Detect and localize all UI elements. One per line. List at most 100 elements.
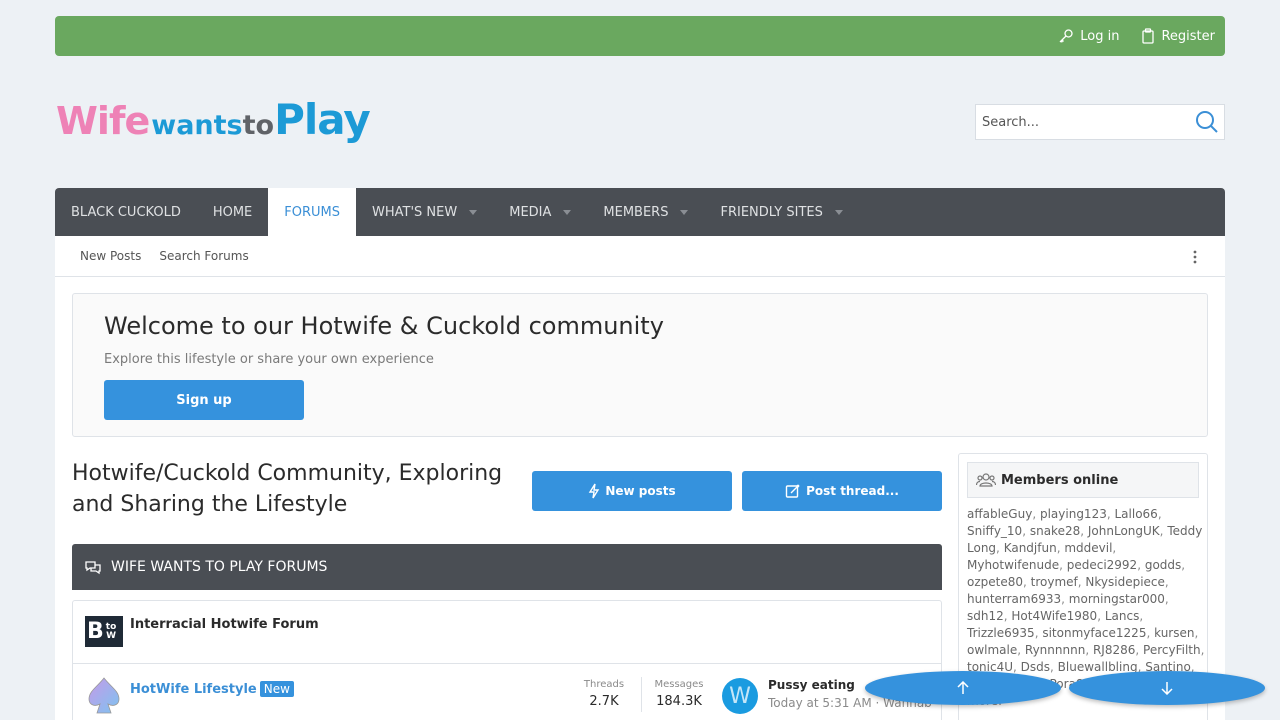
nav-label: Home — [212, 204, 253, 220]
nav-label: Friendly Sites — [720, 204, 823, 220]
member-link[interactable]: JohnLongUK — [1088, 524, 1160, 538]
threads-count: 2.7K — [589, 694, 619, 709]
member-link[interactable]: pedeci2992 — [1067, 558, 1137, 572]
member-link[interactable]: Sniffy_10 — [967, 524, 1022, 538]
members-online-title: Members online — [1001, 472, 1119, 488]
users-icon — [976, 473, 996, 487]
new-badge: New — [259, 681, 294, 697]
sub-nav: New Posts Search Forums — [55, 236, 1225, 277]
subnav-new-posts[interactable]: New Posts — [80, 249, 141, 263]
member-link[interactable]: sdh12 — [967, 609, 1004, 623]
spade-icon — [88, 677, 120, 714]
member-link[interactable]: PercyFilth — [1143, 643, 1201, 657]
member-link[interactable]: troymef — [1031, 575, 1078, 589]
forum-title[interactable]: Interracial Hotwife Forum — [130, 617, 319, 632]
top-bar: Log in Register — [55, 16, 1225, 56]
member-link[interactable]: hunterram6933 — [967, 592, 1061, 606]
member-link[interactable]: RJ8286 — [1093, 643, 1135, 657]
member-link[interactable]: godds — [1145, 558, 1181, 572]
member-link[interactable]: Lallo66 — [1114, 507, 1157, 521]
page-title: Hotwife/Cuckold Community, Exploring and… — [72, 461, 503, 517]
member-link[interactable]: Nkysidepiece — [1085, 575, 1165, 589]
post-thread-button[interactable]: Post thread... — [742, 471, 942, 511]
welcome-notice: Welcome to our Hotwife & Cuckold communi… — [72, 293, 1208, 437]
nav-home[interactable]: Home — [197, 188, 268, 236]
more-options-icon[interactable] — [1193, 250, 1197, 268]
post-thread-label: Post thread... — [806, 484, 899, 498]
member-link[interactable]: Trizzle6935 — [967, 626, 1035, 640]
member-link[interactable]: playing123 — [1040, 507, 1107, 521]
caret-down-icon[interactable] — [834, 209, 843, 215]
member-link[interactable]: Hot4Wife1980 — [1011, 609, 1097, 623]
messages-stat: Messages 184.3K — [651, 679, 707, 709]
member-link[interactable]: Kandjfun — [1004, 541, 1057, 555]
subnav-search-forums[interactable]: Search Forums — [159, 249, 248, 263]
key-icon — [1059, 29, 1073, 43]
forum-section-header[interactable]: WIFE WANTS TO PLAY FORUMS — [72, 544, 942, 590]
comments-icon — [85, 561, 101, 575]
forum-list: B to W Interracial Hotwife Forum HotWife … — [72, 600, 942, 720]
bw-forum-icon: B to W — [85, 616, 123, 647]
latest-thread-title[interactable]: Pussy eating — [768, 678, 855, 692]
threads-label: Threads — [583, 679, 625, 690]
caret-down-icon[interactable] — [680, 209, 689, 215]
forum-section-title: WIFE WANTS TO PLAY FORUMS — [111, 559, 328, 575]
new-posts-button[interactable]: New posts — [532, 471, 732, 511]
member-link[interactable]: affableGuy — [967, 507, 1032, 521]
nav-members[interactable]: Members — [587, 188, 704, 236]
register-link[interactable]: Register — [1141, 28, 1215, 44]
member-link[interactable]: sitonmyface1225 — [1042, 626, 1146, 640]
register-label: Register — [1161, 28, 1215, 44]
members-online-header[interactable]: Members online — [967, 462, 1199, 498]
nav-whats-new[interactable]: What's new — [356, 188, 493, 236]
login-label: Log in — [1080, 28, 1120, 44]
arrow-up-icon — [957, 681, 969, 694]
nav-label: Media — [509, 204, 552, 220]
forum-title[interactable]: HotWife Lifestyle New — [130, 681, 294, 697]
welcome-title: Welcome to our Hotwife & Cuckold communi… — [104, 312, 664, 340]
logo-part-wants: wants — [151, 110, 243, 141]
login-link[interactable]: Log in — [1058, 28, 1119, 44]
messages-label: Messages — [654, 679, 704, 690]
clipboard-icon — [1142, 28, 1155, 44]
new-posts-label: New posts — [605, 484, 676, 498]
logo-part-play: Play — [274, 95, 371, 144]
stat-divider — [641, 677, 642, 712]
member-link[interactable]: Lancs — [1105, 609, 1140, 623]
member-link[interactable]: Rynnnnnn — [1025, 643, 1085, 657]
search-input[interactable] — [976, 105, 1190, 139]
caret-down-icon[interactable] — [469, 209, 478, 215]
member-link[interactable]: ozpete80 — [967, 575, 1023, 589]
arrow-down-icon — [1161, 682, 1173, 695]
member-link[interactable]: owlmale — [967, 643, 1017, 657]
member-link[interactable]: mddevil — [1064, 541, 1112, 555]
nav-friendly-sites[interactable]: Friendly Sites — [704, 188, 858, 236]
nav-media[interactable]: Media — [493, 188, 587, 236]
main-nav: Black Cuckold Home Forums What's new Med… — [55, 188, 1225, 236]
nav-label: Forums — [284, 204, 341, 220]
scroll-to-bottom-button[interactable] — [1069, 671, 1265, 705]
forum-row[interactable]: HotWife Lifestyle New Threads 2.7K Messa… — [73, 664, 941, 720]
avatar[interactable]: W — [722, 678, 758, 714]
forum-title-text[interactable]: HotWife Lifestyle — [130, 682, 257, 697]
member-link[interactable]: kursen — [1154, 626, 1194, 640]
caret-down-icon[interactable] — [563, 209, 572, 215]
messages-count: 184.3K — [656, 694, 702, 709]
nav-black-cuckold[interactable]: Black Cuckold — [55, 188, 197, 236]
member-link[interactable]: snake28 — [1030, 524, 1080, 538]
member-link[interactable]: Dsds — [1021, 660, 1050, 674]
sign-up-button[interactable]: Sign up — [104, 380, 304, 420]
search-icon — [1196, 111, 1218, 133]
search-box — [975, 104, 1225, 140]
main-content: Welcome to our Hotwife & Cuckold communi… — [55, 277, 1225, 720]
search-button[interactable] — [1190, 110, 1224, 134]
member-link[interactable]: Myhotwifenude — [967, 558, 1059, 572]
nav-label: What's new — [372, 204, 458, 220]
nav-forums[interactable]: Forums — [268, 188, 357, 236]
site-logo[interactable]: Wife wants to Play — [56, 95, 371, 144]
bolt-icon — [589, 483, 600, 499]
edit-icon — [785, 484, 800, 498]
forum-row[interactable]: B to W Interracial Hotwife Forum — [73, 601, 941, 664]
member-link[interactable]: morningstar000 — [1069, 592, 1165, 606]
scroll-to-top-button[interactable] — [865, 671, 1061, 705]
